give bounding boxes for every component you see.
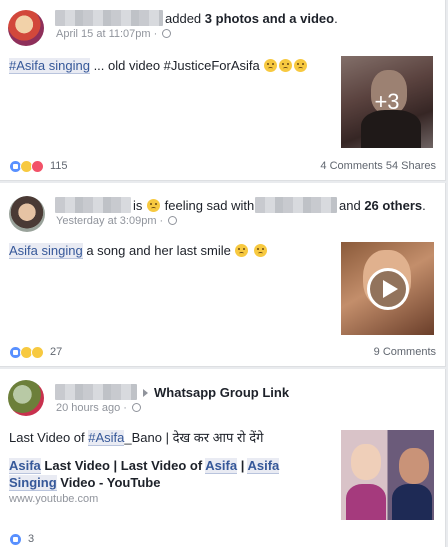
globe-icon bbox=[162, 29, 172, 38]
link-title-part: Video - YouTube bbox=[56, 475, 161, 490]
avatar[interactable] bbox=[8, 380, 44, 416]
post-timestamp[interactable]: Yesterday at 3:09pm · bbox=[56, 215, 178, 227]
like-reaction-icon bbox=[9, 532, 22, 546]
post-header: Whatsapp Group Link bbox=[139, 385, 289, 401]
reactions-summary[interactable]: 115 bbox=[9, 159, 68, 173]
header-end: . bbox=[422, 198, 426, 213]
header-action-text: added bbox=[165, 11, 202, 26]
blurred-author-name[interactable] bbox=[55, 384, 137, 400]
others-link[interactable]: 26 others bbox=[364, 198, 422, 213]
photo-thumbnail[interactable]: +3 bbox=[341, 56, 433, 148]
link-title-keyword: Asifa bbox=[9, 458, 41, 474]
timestamp-text: 20 hours ago bbox=[56, 402, 121, 414]
globe-icon bbox=[132, 403, 141, 412]
blurred-author-name[interactable] bbox=[55, 10, 163, 26]
hashtag-link[interactable]: #Asifa singing bbox=[9, 58, 90, 74]
group-link[interactable]: Whatsapp Group Link bbox=[154, 385, 289, 400]
reaction-count: 27 bbox=[50, 346, 63, 358]
blurred-author-name[interactable] bbox=[55, 197, 131, 213]
post-header: is feeling sad with bbox=[133, 198, 254, 214]
reactions-summary[interactable]: 3 bbox=[9, 532, 34, 546]
post-text: Last Video of #Asifa_Bano | देख कर आप रो… bbox=[9, 429, 263, 446]
reaction-count: 115 bbox=[50, 160, 68, 172]
sad-emoji-icon bbox=[279, 59, 293, 72]
blurred-tagged-name[interactable] bbox=[255, 197, 337, 213]
post-timestamp[interactable]: April 15 at 11:07pm · bbox=[56, 28, 172, 40]
link-title-keyword: Singing bbox=[9, 475, 57, 491]
link-preview-title[interactable]: Asifa Last Video | Last Video of Asifa |… bbox=[9, 457, 329, 491]
comments-count-link[interactable]: 9 Comments bbox=[374, 346, 436, 358]
reaction-count: 3 bbox=[28, 533, 35, 545]
reactions-summary[interactable]: 27 bbox=[9, 345, 62, 359]
hashtag-link[interactable]: #Asifa bbox=[88, 430, 125, 446]
link-preview-url[interactable]: www.youtube.com bbox=[9, 493, 98, 505]
link-title-keyword: Asifa bbox=[247, 458, 280, 474]
header-is-text: is bbox=[133, 198, 143, 213]
header-bold-text[interactable]: 3 photos and a video bbox=[205, 11, 334, 26]
post-text: #Asifa singing ... old video #JusticeFor… bbox=[9, 57, 308, 74]
sad-emoji-icon bbox=[147, 199, 161, 212]
post-stats: 4 Comments 54 Shares bbox=[320, 160, 436, 172]
sad-emoji-icon bbox=[264, 59, 278, 72]
timestamp-text: April 15 at 11:07pm bbox=[56, 28, 151, 40]
post-text-rest: ... old video #JusticeForAsifa bbox=[89, 58, 260, 73]
arrow-right-icon bbox=[143, 389, 148, 397]
shares-count-link[interactable]: 54 Shares bbox=[386, 160, 436, 172]
post-header: added 3 photos and a video. bbox=[165, 11, 338, 27]
timestamp-text: Yesterday at 3:09pm bbox=[56, 215, 157, 227]
avatar[interactable] bbox=[8, 10, 44, 46]
link-title-keyword: Asifa bbox=[205, 458, 238, 474]
highlighted-keyword[interactable]: Asifa singing bbox=[9, 243, 83, 259]
avatar[interactable] bbox=[9, 196, 45, 232]
post-timestamp[interactable]: 20 hours ago · bbox=[56, 402, 141, 414]
post-text-pre: Last Video of bbox=[9, 430, 89, 445]
post-header-tail: and 26 others. bbox=[339, 198, 426, 213]
love-reaction-icon bbox=[31, 159, 44, 173]
post-text: Asifa singing a song and her last smile bbox=[9, 242, 268, 259]
feeling-text: feeling sad with bbox=[164, 198, 255, 213]
link-title-part: Last Video | Last Video of bbox=[40, 458, 206, 473]
video-thumbnail[interactable] bbox=[341, 242, 434, 335]
sad-emoji-icon bbox=[294, 59, 308, 72]
comments-count-link[interactable]: 4 Comments bbox=[320, 160, 382, 172]
link-preview-thumbnail[interactable] bbox=[341, 430, 434, 520]
play-icon[interactable] bbox=[367, 268, 409, 310]
globe-icon bbox=[168, 216, 178, 225]
more-photos-count[interactable]: +3 bbox=[341, 56, 433, 148]
smile-emoji-icon bbox=[235, 244, 249, 257]
header-end: . bbox=[334, 11, 338, 26]
post-text-rest: a song and her last smile bbox=[82, 243, 231, 258]
post-text-post: _Bano | देख कर आप रो देंगे bbox=[124, 430, 264, 445]
sad-emoji-icon bbox=[254, 244, 268, 257]
wow-reaction-icon bbox=[31, 345, 44, 359]
link-title-part: | bbox=[237, 458, 248, 473]
post-stats: 9 Comments bbox=[374, 346, 436, 358]
